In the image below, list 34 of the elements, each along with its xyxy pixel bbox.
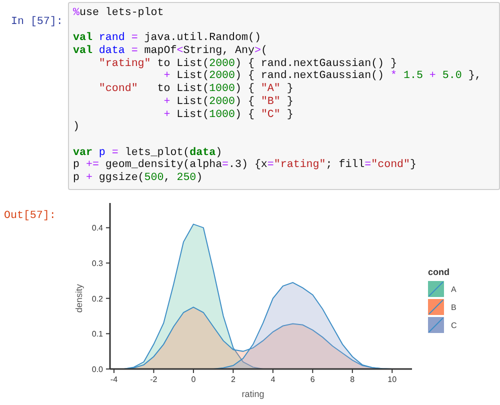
y-tick-label: 0.0 <box>92 364 103 374</box>
code-line: p + ggsize(500, 250) <box>73 172 203 184</box>
legend-label: A <box>451 284 456 294</box>
code-line: + List(1000) { "C" } <box>162 108 294 120</box>
code-line: val rand = java.util.Random() <box>73 32 261 44</box>
code-line: "rating" to List(2000) { rand.nextGaussian() } <box>98 58 397 70</box>
y-tick-label: 0.2 <box>92 294 103 303</box>
x-tick-label: 8 <box>350 374 355 384</box>
code-line: val data = mapOf<String, Any>( <box>73 45 268 58</box>
x-tick-label: 6 <box>310 374 315 384</box>
code-line: var p = lets_plot(data) <box>73 146 222 159</box>
x-tick-label: 2 <box>230 374 236 384</box>
legend-label: C <box>451 320 457 330</box>
code-line: %use lets-plot <box>73 7 164 19</box>
code-line: "cond" to List(1000) { "A" } <box>98 83 294 96</box>
x-tick-label: 4 <box>270 374 276 384</box>
code-line: p += geom_density(alpha=.3) {x="rating"; fill="cond"} <box>73 159 416 172</box>
y-tick-label: 0.4 <box>92 223 103 232</box>
input-prompt: In [57]: <box>11 16 63 28</box>
x-tick-label: 10 <box>388 374 397 384</box>
code-line: + List(2000) { "B" } <box>162 96 294 108</box>
x-tick-label: -2 <box>150 374 158 384</box>
y-axis-title: density <box>75 284 84 312</box>
code-cell[interactable] <box>68 2 500 190</box>
x-axis-title: rating <box>242 388 264 399</box>
output-prompt: Out[57]: <box>4 210 56 222</box>
code-line: + List(2000) { rand.nextGaussian() * 1.5 + 5.0 }, <box>162 70 482 82</box>
y-tick-label: 0.3 <box>92 258 103 268</box>
legend-title: cond <box>428 266 450 277</box>
x-tick-label: -4 <box>110 374 118 384</box>
legend-label: B <box>451 302 456 312</box>
code-line: ) <box>73 121 80 134</box>
y-tick-label: 0.1 <box>92 329 103 338</box>
x-tick-label: 0 <box>191 374 196 384</box>
